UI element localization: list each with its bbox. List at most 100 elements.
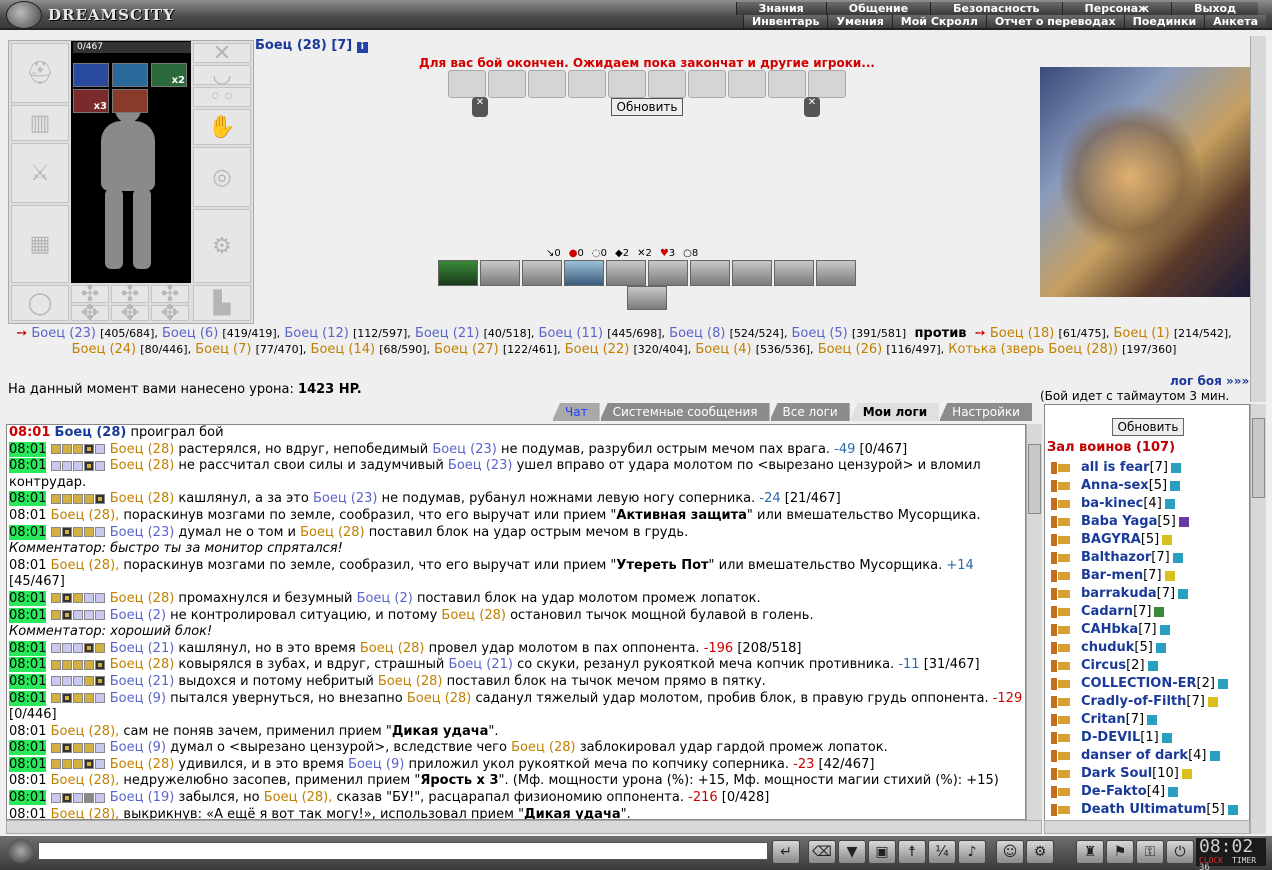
log-fighter[interactable]: Боец (23)	[313, 491, 378, 506]
elixir-item-icon[interactable]: x3	[73, 89, 109, 113]
team-b-member[interactable]: Боец (22)	[565, 342, 630, 357]
player-name[interactable]: Cadarn	[1081, 603, 1133, 621]
skill-shield-icon[interactable]	[732, 260, 772, 286]
helmet-slot-icon[interactable]: ⛑	[11, 43, 69, 103]
player-name[interactable]: Dark Soul	[1081, 765, 1152, 783]
top-scrollbar[interactable]	[1250, 36, 1266, 402]
translit-icon[interactable]: ¼	[928, 840, 956, 864]
legs-slot-icon[interactable]: ⚙	[193, 209, 251, 283]
rune-slot-icon[interactable]: ✥	[71, 301, 109, 326]
log-fighter[interactable]: Боец (28)	[110, 591, 175, 606]
player-row[interactable]: Baba Yaga [5]	[1048, 513, 1248, 531]
player-row[interactable]: Dark Soul [10]	[1048, 765, 1248, 783]
log-fighter[interactable]: Боец (23)	[432, 442, 497, 457]
scroll-slot[interactable]	[528, 70, 566, 98]
scroll-slot[interactable]	[568, 70, 606, 98]
scroll-slot[interactable]	[808, 70, 846, 98]
weapon-slot-icon[interactable]: ⚔	[11, 143, 69, 203]
player-info-icon[interactable]	[1209, 751, 1220, 761]
menu-my-scroll[interactable]: Мой Скролл	[891, 15, 986, 28]
player-row[interactable]: Death Ultimatum [5]	[1048, 801, 1248, 819]
player-info-icon[interactable]	[1178, 517, 1189, 527]
gloves-slot-icon[interactable]: ✋	[193, 109, 251, 145]
filter-icon[interactable]: ▼	[838, 840, 866, 864]
log-fighter[interactable]: Боец (28)	[407, 691, 472, 706]
player-row[interactable]: CAHbka [7]	[1048, 621, 1248, 639]
team-a-member[interactable]: Боец (12)	[284, 326, 349, 341]
player-row[interactable]: COLLECTION-ER [2]	[1048, 675, 1248, 693]
earring-slot-icon[interactable]: ✕	[193, 41, 251, 66]
menu-character[interactable]: Персонаж	[1061, 2, 1172, 15]
fighter-name[interactable]: Боец (28) [7]	[255, 38, 352, 53]
player-name[interactable]: Bar-men	[1081, 567, 1143, 585]
player-name[interactable]: Anna-sex	[1081, 477, 1149, 495]
tab-all-logs[interactable]: Все логи	[769, 403, 850, 421]
player-info-icon[interactable]	[1181, 769, 1192, 779]
team-a-member[interactable]: Боец (11)	[539, 326, 604, 341]
skill-eye-icon[interactable]	[564, 260, 604, 286]
menu-transfer-report[interactable]: Отчет о переводах	[985, 15, 1124, 28]
team-a-member[interactable]: Боец (21)	[415, 326, 480, 341]
log-fighter[interactable]: Боец (28)	[441, 608, 506, 623]
player-row[interactable]: Bar-men [7]	[1048, 567, 1248, 585]
player-name[interactable]: Cradly-of-Filth	[1081, 693, 1186, 711]
player-info-icon[interactable]	[1178, 589, 1189, 599]
player-name[interactable]: Death Ultimatum	[1081, 801, 1206, 819]
skill-spikes-icon[interactable]	[522, 260, 562, 286]
log-fighter[interactable]: Боец (28),	[51, 558, 120, 573]
log-fighter[interactable]: Боец (28),	[51, 807, 120, 819]
info-icon[interactable]: ⚑	[1106, 840, 1134, 864]
log-fighter[interactable]: Боец (28)	[110, 491, 175, 506]
log-fighter[interactable]: Боец (2)	[357, 591, 413, 606]
scroll-slot[interactable]	[488, 70, 526, 98]
rune-slot-icon[interactable]: ✥	[111, 301, 149, 326]
player-row[interactable]: Cradly-of-Filth [7]	[1048, 693, 1248, 711]
potion-item-icon[interactable]	[112, 63, 148, 87]
scroll-slot[interactable]	[768, 70, 806, 98]
smile-icon[interactable]: ☺	[996, 840, 1024, 864]
player-info-icon[interactable]	[1227, 805, 1238, 815]
log-fighter[interactable]: Боец (28)	[110, 442, 175, 457]
save-icon[interactable]: ▣	[868, 840, 896, 864]
player-name[interactable]: D-DEVIL	[1081, 729, 1140, 747]
tab-system[interactable]: Системные сообщения	[599, 403, 770, 421]
skill-sword-icon[interactable]	[774, 260, 814, 286]
skill-hammer-icon[interactable]	[648, 260, 688, 286]
settings-icon[interactable]: ⚙	[1026, 840, 1054, 864]
lock-icon[interactable]: ⚿	[1136, 840, 1164, 864]
log-fighter[interactable]: Боец (9)	[110, 691, 166, 706]
log-fighter[interactable]: Боец (9)	[110, 740, 166, 755]
log-fighter[interactable]: Боец (2)	[110, 608, 166, 623]
player-row[interactable]: De-Fakto [4]	[1048, 783, 1248, 801]
player-name[interactable]: danser of dark	[1081, 747, 1188, 765]
player-name[interactable]: all is fear	[1081, 459, 1150, 477]
player-name[interactable]: COLLECTION-ER	[1081, 675, 1197, 693]
player-info-icon[interactable]	[1154, 607, 1165, 617]
scroll-slot[interactable]	[688, 70, 726, 98]
scroll-slot[interactable]	[648, 70, 686, 98]
team-a-member[interactable]: Боец (8)	[669, 326, 725, 341]
bracer-slot-icon[interactable]: ▥	[11, 105, 69, 141]
player-row[interactable]: Balthazor [7]	[1048, 549, 1248, 567]
scroll-slot[interactable]	[728, 70, 766, 98]
log-fighter[interactable]: Боец (23)	[448, 458, 513, 473]
player-row[interactable]: Critan [7]	[1048, 711, 1248, 729]
team-b-member[interactable]: Боец (14)	[311, 342, 376, 357]
player-row[interactable]: barrakuda [7]	[1048, 585, 1248, 603]
inventory-icon[interactable]: ♜	[1076, 840, 1104, 864]
hall-scrollbar[interactable]	[1250, 404, 1266, 834]
player-info-icon[interactable]	[1171, 463, 1182, 473]
menu-profile[interactable]: Анкета	[1204, 15, 1266, 28]
player-info-icon[interactable]	[1162, 535, 1173, 545]
rune-slot-icon[interactable]: ✥	[151, 301, 189, 326]
player-info-icon[interactable]	[1155, 643, 1166, 653]
menu-inventory[interactable]: Инвентарь	[743, 15, 828, 28]
team-b-member[interactable]: Боец (24)	[72, 342, 137, 357]
player-name[interactable]: BAGYRA	[1081, 531, 1141, 549]
send-icon[interactable]: ↵	[772, 840, 800, 864]
refresh-battle-button[interactable]: Обновить	[611, 98, 683, 116]
player-name[interactable]: Baba Yaga	[1081, 513, 1157, 531]
log-horizontal-scrollbar[interactable]	[6, 820, 1042, 834]
skill-heal-icon[interactable]	[438, 260, 478, 286]
player-row[interactable]: Cadarn [7]	[1048, 603, 1248, 621]
